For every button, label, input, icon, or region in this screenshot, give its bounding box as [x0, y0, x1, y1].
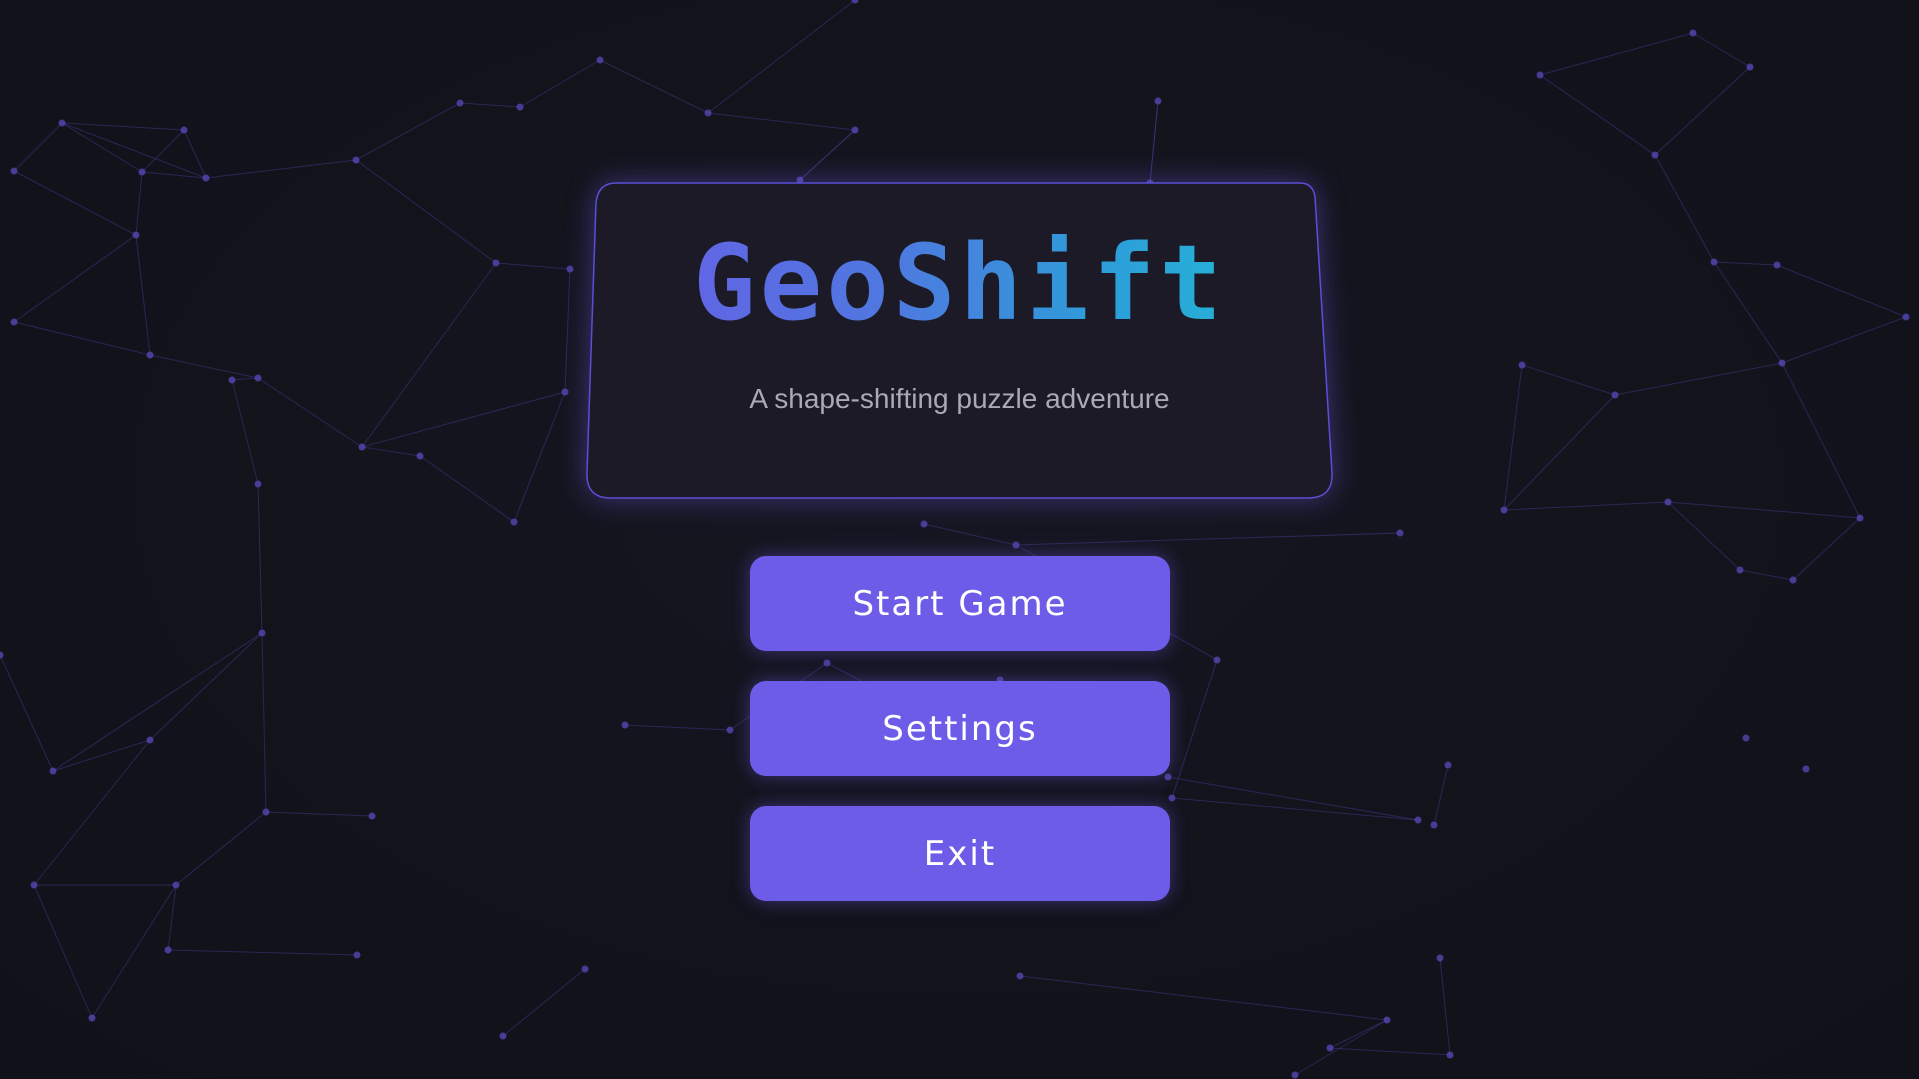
title-card: GeoShift A shape-shifting puzzle adventu…: [586, 182, 1333, 499]
start-game-button[interactable]: Start Game: [750, 556, 1170, 651]
game-subtitle: A shape-shifting puzzle adventure: [749, 383, 1170, 414]
settings-button[interactable]: Settings: [750, 681, 1170, 776]
game-title: GeoShift: [586, 231, 1333, 335]
exit-button[interactable]: Exit: [750, 806, 1170, 901]
main-menu-screen: GeoShift A shape-shifting puzzle adventu…: [0, 0, 1919, 1079]
main-menu: Start Game Settings Exit: [750, 556, 1170, 931]
